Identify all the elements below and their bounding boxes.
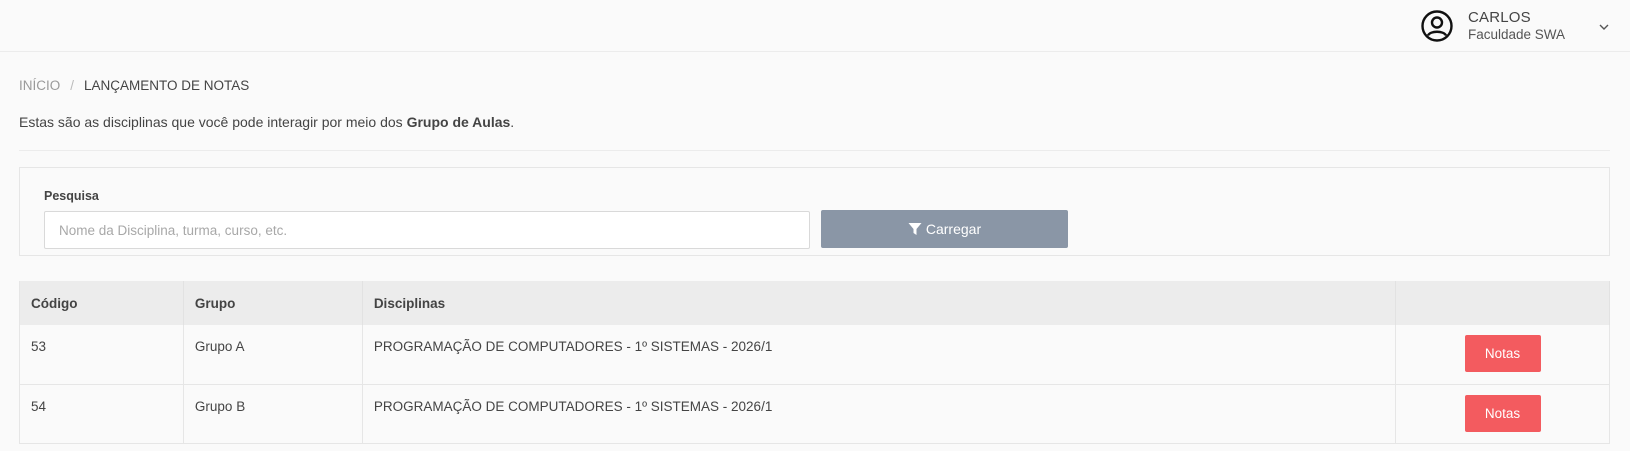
filter-panel: Pesquisa Carregar	[19, 167, 1610, 256]
column-header-disciplinas: Disciplinas	[362, 281, 1397, 325]
load-button-label: Carregar	[925, 221, 982, 237]
breadcrumb: INÍCIO / LANÇAMENTO DE NOTAS	[19, 78, 249, 93]
load-button[interactable]: Carregar	[821, 210, 1068, 248]
cell-codigo: 54	[19, 384, 184, 444]
divider	[19, 150, 1610, 151]
filter-icon	[908, 223, 922, 235]
intro-text-before: Estas são as disciplinas que você pode i…	[19, 114, 407, 130]
user-menu[interactable]: CARLOS Faculdade SWA	[1420, 8, 1565, 44]
table-row: 54 Grupo B PROGRAMAÇÃO DE COMPUTADORES -…	[19, 384, 1610, 444]
breadcrumb-current: LANÇAMENTO DE NOTAS	[84, 78, 250, 93]
search-input[interactable]	[44, 211, 810, 249]
intro-text: Estas são as disciplinas que você pode i…	[19, 114, 514, 130]
chevron-down-icon[interactable]	[1598, 22, 1610, 32]
cell-codigo: 53	[19, 325, 184, 385]
disciplines-table: Código Grupo Disciplinas 53 Grupo A PROG…	[19, 281, 1610, 444]
intro-text-bold: Grupo de Aulas	[406, 114, 511, 130]
column-header-grupo: Grupo	[183, 281, 363, 325]
table-header-row: Código Grupo Disciplinas	[19, 281, 1610, 325]
notas-button[interactable]: Notas	[1464, 335, 1541, 372]
user-name: CARLOS	[1468, 9, 1531, 26]
user-circle-icon	[1421, 10, 1453, 42]
cell-actions: Notas	[1395, 384, 1610, 444]
column-header-codigo: Código	[19, 281, 184, 325]
intro-text-after: .	[510, 114, 515, 130]
search-label: Pesquisa	[44, 189, 99, 203]
column-header-actions	[1395, 281, 1610, 325]
user-organization: Faculdade SWA	[1468, 27, 1566, 42]
breadcrumb-home-link[interactable]: INÍCIO	[19, 78, 60, 93]
cell-grupo: Grupo A	[183, 325, 363, 385]
cell-disciplina: PROGRAMAÇÃO DE COMPUTADORES - 1º SISTEMA…	[362, 384, 1397, 444]
breadcrumb-separator: /	[70, 78, 75, 93]
cell-grupo: Grupo B	[183, 384, 363, 444]
top-bar: CARLOS Faculdade SWA	[0, 0, 1630, 52]
table-row: 53 Grupo A PROGRAMAÇÃO DE COMPUTADORES -…	[19, 325, 1610, 385]
cell-actions: Notas	[1395, 325, 1610, 385]
user-info: CARLOS Faculdade SWA	[1468, 9, 1565, 43]
cell-disciplina: PROGRAMAÇÃO DE COMPUTADORES - 1º SISTEMA…	[362, 325, 1397, 385]
notas-button[interactable]: Notas	[1464, 394, 1541, 432]
